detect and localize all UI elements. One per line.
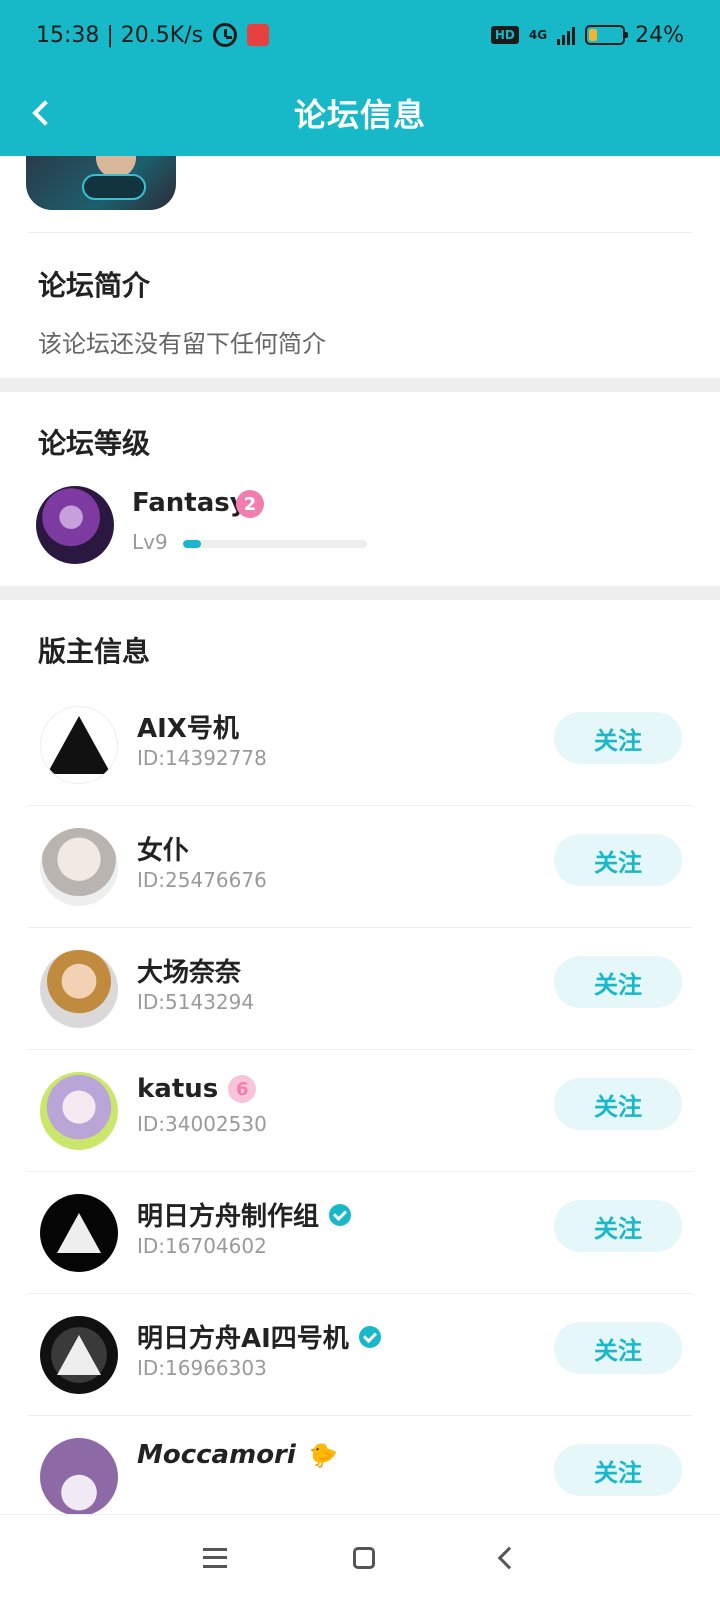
top-app-bar: 论坛信息 — [0, 70, 720, 156]
moderator-name-text: 女仆 — [137, 836, 190, 866]
follow-button[interactable]: 关注 — [554, 712, 682, 764]
divider — [28, 232, 692, 233]
moderator-row[interactable]: 明日方舟制作组 ID:16704602 关注 — [0, 1172, 720, 1294]
forum-avatar-collar — [82, 174, 146, 200]
signal-icon — [557, 25, 576, 45]
moderator-id: ID:5143294 — [137, 990, 255, 1014]
moderator-name-text: 明日方舟制作组 — [137, 1202, 320, 1232]
forum-info-content[interactable]: 论坛简介 该论坛还没有留下任何简介 论坛等级 Fantasy 2 Lv9 版主信… — [0, 156, 720, 1514]
rhodes-logo-icon — [57, 1335, 101, 1375]
moderator-name-text: 大场奈奈 — [137, 958, 242, 988]
rhodes-logo-icon — [57, 1213, 101, 1253]
status-bar: 15:38 | 20.5K/s HD 4G 24% — [0, 0, 720, 70]
moderator-name-text: katus — [137, 1074, 219, 1104]
moderator-id: ID:16704602 — [137, 1234, 267, 1258]
verified-check-icon — [329, 1203, 352, 1226]
status-right: HD 4G 24% — [490, 22, 684, 48]
moderator-id: ID:25476676 — [137, 868, 267, 892]
level-badge: 2 — [236, 490, 264, 518]
hd-icon: HD — [490, 26, 519, 44]
moderator-avatar[interactable] — [40, 1438, 118, 1514]
moderator-row[interactable]: AIX号机 ID:14392778 关注 — [0, 684, 720, 806]
level-progress-bar — [183, 540, 367, 548]
app-notification-icon — [247, 24, 270, 46]
chevron-left-icon — [32, 100, 58, 126]
rhodes-logo-icon — [47, 716, 111, 774]
level-lv: Lv9 — [132, 530, 168, 554]
moderator-row[interactable]: 明日方舟AI四号机 ID:16966303 关注 — [0, 1294, 720, 1416]
level-progress-fill — [183, 540, 202, 548]
moderator-name[interactable]: 大场奈奈 — [137, 952, 241, 989]
moderator-row[interactable]: katus 6 ID:34002530 关注 — [0, 1050, 720, 1172]
battery-fill — [589, 29, 597, 41]
character-emoji-icon: 🐤 — [305, 1441, 336, 1469]
follow-button[interactable]: 关注 — [554, 956, 682, 1008]
follow-button[interactable]: 关注 — [554, 1078, 682, 1130]
back-button[interactable] — [24, 92, 66, 134]
status-time-speed: 15:38 | 20.5K/s — [36, 22, 204, 48]
intro-text: 该论坛还没有留下任何简介 — [38, 330, 326, 358]
section-gap — [0, 586, 720, 600]
moderator-avatar[interactable] — [40, 950, 118, 1028]
battery-percent: 24% — [635, 22, 684, 48]
alarm-icon — [213, 23, 238, 47]
menu-icon[interactable] — [203, 1547, 227, 1568]
moderator-avatar[interactable] — [40, 828, 118, 906]
back-nav-icon[interactable] — [497, 1546, 521, 1569]
moderator-name[interactable]: 女仆 — [137, 830, 189, 867]
level-badge-icon: 6 — [228, 1075, 257, 1103]
home-icon[interactable] — [353, 1546, 375, 1569]
follow-button[interactable]: 关注 — [554, 1322, 682, 1374]
moderator-name[interactable]: AIX号机 — [137, 708, 239, 745]
moderator-avatar[interactable] — [40, 1316, 118, 1394]
level-title: 论坛等级 — [38, 427, 151, 460]
verified-check-icon — [358, 1325, 381, 1348]
network-type: 4G — [528, 28, 548, 42]
moderator-id: ID:16966303 — [137, 1356, 267, 1380]
moderators-title: 版主信息 — [38, 635, 151, 668]
moderator-name-text: AIX号机 — [137, 714, 239, 744]
moderator-avatar[interactable] — [40, 706, 118, 784]
moderator-row[interactable]: 女仆 ID:25476676 关注 — [0, 806, 720, 928]
intro-title: 论坛简介 — [38, 269, 151, 302]
page-title: 论坛信息 — [293, 96, 426, 134]
level-user-name[interactable]: Fantasy — [132, 488, 247, 518]
level-user-avatar[interactable] — [36, 486, 114, 564]
forum-avatar — [26, 156, 176, 210]
moderator-row[interactable]: 大场奈奈 ID:5143294 关注 — [0, 928, 720, 1050]
moderator-name[interactable]: 明日方舟制作组 — [137, 1196, 352, 1233]
moderator-name-text: Moccamori — [137, 1440, 296, 1470]
follow-button[interactable]: 关注 — [554, 834, 682, 886]
moderator-id: ID:14392778 — [137, 746, 267, 770]
moderator-name[interactable]: Moccamori 🐤 — [137, 1440, 336, 1470]
section-gap — [0, 378, 720, 392]
moderator-row[interactable]: Moccamori 🐤 关注 — [0, 1416, 720, 1514]
follow-button[interactable]: 关注 — [554, 1200, 682, 1252]
moderator-avatar[interactable] — [40, 1072, 118, 1150]
follow-button[interactable]: 关注 — [554, 1444, 682, 1496]
status-left: 15:38 | 20.5K/s — [36, 22, 270, 48]
moderator-name[interactable]: katus 6 — [137, 1074, 257, 1104]
moderator-id: ID:34002530 — [137, 1112, 267, 1136]
system-nav-bar — [0, 1514, 720, 1600]
moderator-avatar[interactable] — [40, 1194, 118, 1272]
moderator-name[interactable]: 明日方舟AI四号机 — [137, 1318, 381, 1355]
moderator-name-text: 明日方舟AI四号机 — [137, 1324, 349, 1354]
battery-icon — [585, 25, 629, 45]
